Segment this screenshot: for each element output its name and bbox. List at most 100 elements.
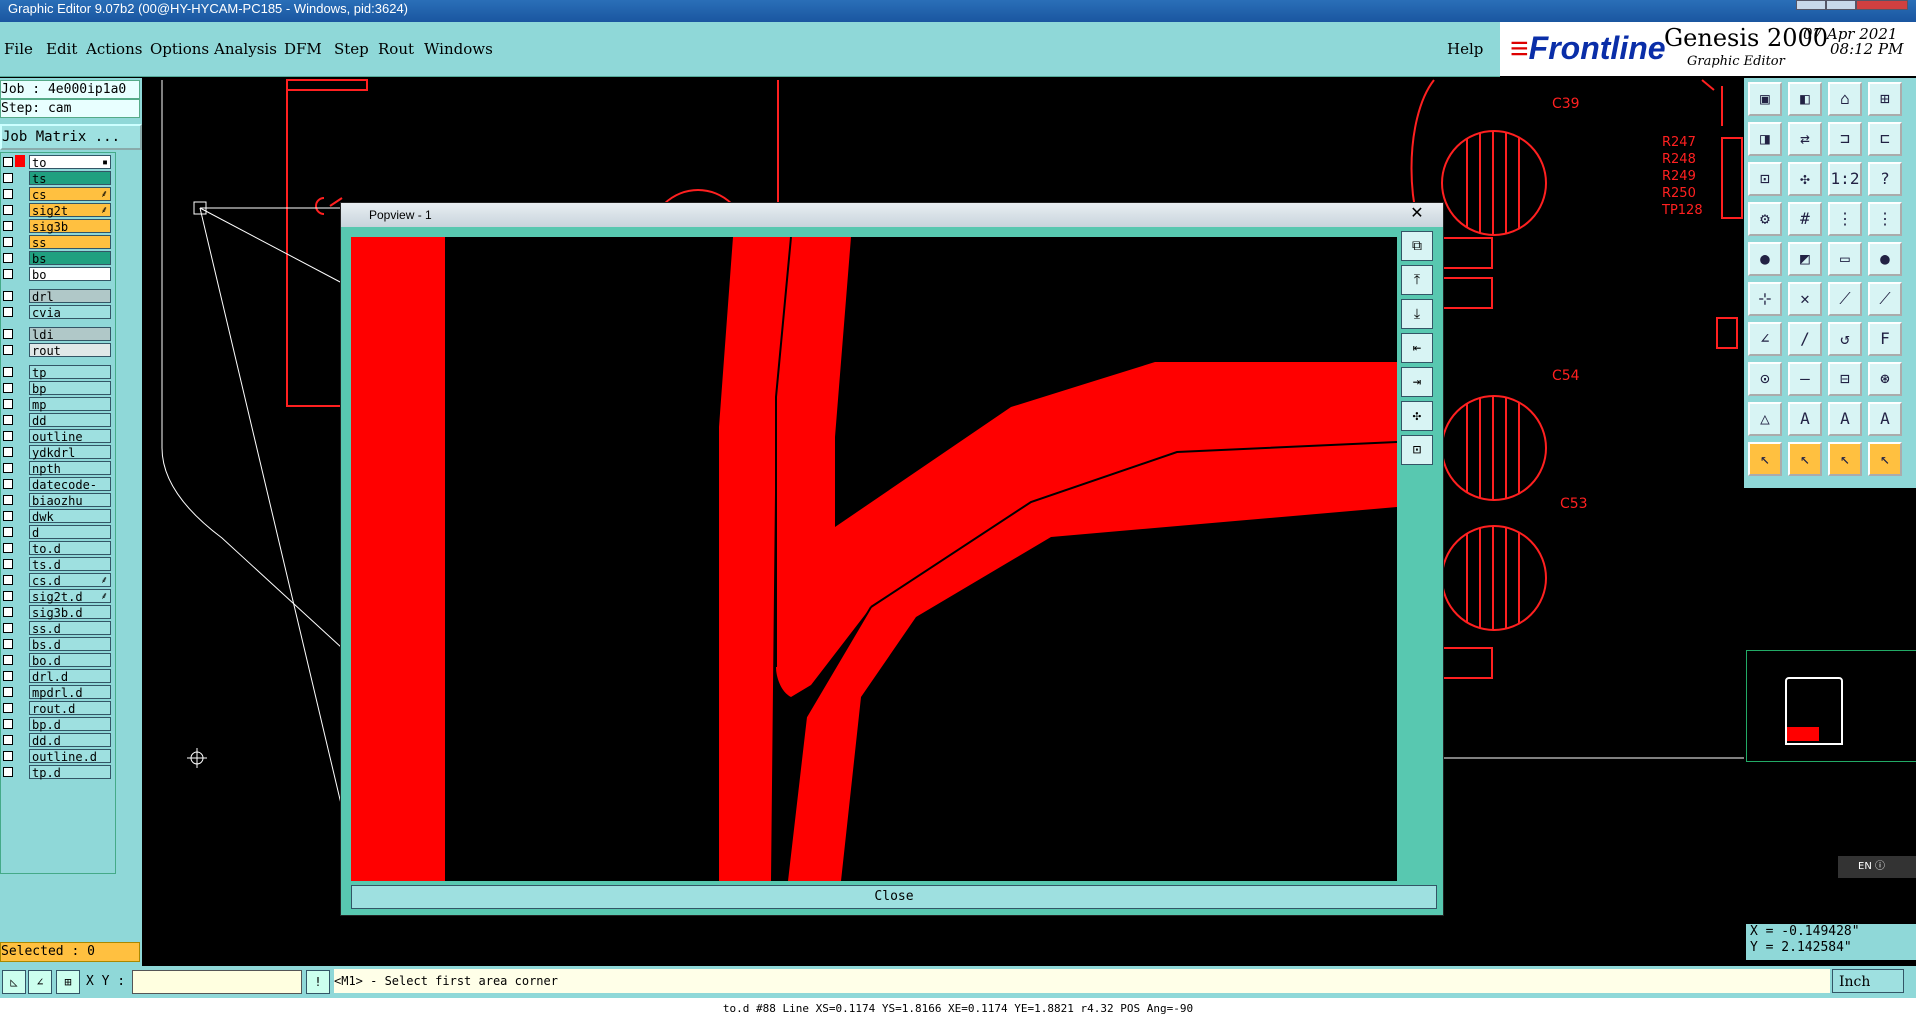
layer-name[interactable]: to ▪ (29, 155, 111, 170)
layer-row[interactable]: bp.d (1, 717, 113, 732)
layer-row[interactable]: cvia (1, 305, 113, 320)
layer-row[interactable]: d (1, 525, 113, 540)
layer-name[interactable]: npth (29, 461, 111, 476)
triangle-icon[interactable]: △ (1748, 402, 1782, 436)
layer-checkbox[interactable] (3, 205, 13, 215)
tool-icon[interactable]: ✕ (1788, 282, 1822, 316)
layer-checkbox[interactable] (3, 543, 13, 553)
layer-checkbox[interactable] (3, 431, 13, 441)
close-icon[interactable]: ✕ (1403, 205, 1431, 225)
layer-name[interactable]: sig3b (29, 219, 111, 234)
layer-name[interactable]: outline.d (29, 749, 111, 764)
layer-name[interactable]: bo.d (29, 653, 111, 668)
layer-row[interactable]: ss.d (1, 621, 113, 636)
xy-input[interactable] (132, 970, 302, 994)
layer-row[interactable]: outline.d (1, 749, 113, 764)
layer-row[interactable]: bo.d (1, 653, 113, 668)
pad-icon[interactable]: ● (1748, 242, 1782, 276)
language-bar[interactable]: EN ⓘ (1838, 856, 1916, 878)
pointer-icon[interactable]: ↖ (1788, 442, 1822, 476)
layer-row[interactable]: bs.d (1, 637, 113, 652)
layer-checkbox[interactable] (3, 221, 13, 231)
layer-checkbox[interactable] (3, 173, 13, 183)
layer-checkbox[interactable] (3, 189, 13, 199)
help-icon[interactable]: ? (1868, 162, 1902, 196)
layer-checkbox[interactable] (3, 703, 13, 713)
grid-icon[interactable]: ⊞ (56, 970, 80, 994)
minimize-button[interactable] (1796, 0, 1826, 10)
layer-checkbox[interactable] (3, 447, 13, 457)
arc-icon[interactable]: ↺ (1828, 322, 1862, 356)
pointer-icon[interactable]: ↖ (1868, 442, 1902, 476)
close-window-button[interactable] (1856, 0, 1908, 10)
view-icon[interactable]: ⤓ (1401, 299, 1433, 329)
popview-close-button[interactable]: Close (351, 885, 1437, 909)
layer-checkbox[interactable] (3, 559, 13, 569)
tool-icon[interactable]: ◩ (1788, 242, 1822, 276)
tool-icon[interactable]: ⚙ (1748, 202, 1782, 236)
menu-edit[interactable]: Edit (46, 40, 77, 58)
tool-icon[interactable]: ⋮ (1828, 202, 1862, 236)
tool-icon[interactable]: ⊹ (1748, 282, 1782, 316)
tool-icon[interactable]: F (1868, 322, 1902, 356)
dot-icon[interactable]: ● (1868, 242, 1902, 276)
layer-checkbox[interactable] (3, 591, 13, 601)
menu-windows[interactable]: Windows (424, 40, 493, 58)
zoom-icon[interactable]: ✣ (1401, 401, 1433, 431)
layer-row[interactable]: outline (1, 429, 113, 444)
pointer-icon[interactable]: ↖ (1828, 442, 1862, 476)
layer-checkbox[interactable] (3, 383, 13, 393)
layer-checkbox[interactable] (3, 607, 13, 617)
layer-checkbox[interactable] (3, 463, 13, 473)
layer-checkbox[interactable] (3, 671, 13, 681)
tool-icon[interactable]: ▣ (1748, 82, 1782, 116)
tool-icon[interactable]: — (1788, 362, 1822, 396)
tool-icon[interactable]: ⊐ (1828, 122, 1862, 156)
tool-icon[interactable]: ⌂ (1828, 82, 1862, 116)
layer-row[interactable]: dd (1, 413, 113, 428)
layer-row[interactable]: cs ⸙ (1, 187, 113, 202)
menu-analysis[interactable]: Analysis (214, 40, 277, 58)
triangle-icon[interactable]: A (1788, 402, 1822, 436)
layer-checkbox[interactable] (3, 767, 13, 777)
layer-checkbox[interactable] (3, 345, 13, 355)
layer-row[interactable]: sig2t ⸙ (1, 203, 113, 218)
triangle-icon[interactable]: A (1868, 402, 1902, 436)
tool-icon[interactable]: ⊞ (1868, 82, 1902, 116)
layer-row[interactable]: ldi (1, 327, 113, 342)
menu-help[interactable]: Help (1447, 40, 1483, 58)
layer-name[interactable]: sig2t.d ⸙ (29, 589, 111, 604)
layer-name[interactable]: dd (29, 413, 111, 428)
tool-icon[interactable]: ◨ (1748, 122, 1782, 156)
pointer-icon[interactable]: ↖ (1748, 442, 1782, 476)
layer-row[interactable]: ydkdrl (1, 445, 113, 460)
layer-checkbox[interactable] (3, 751, 13, 761)
layer-checkbox[interactable] (3, 291, 13, 301)
layer-checkbox[interactable] (3, 639, 13, 649)
layer-name[interactable]: d (29, 525, 111, 540)
menu-rout[interactable]: Rout (378, 40, 414, 58)
layer-name[interactable]: mp (29, 397, 111, 412)
layer-name[interactable]: rout (29, 343, 111, 358)
layer-name[interactable]: bs (29, 251, 111, 266)
layer-row[interactable]: ss (1, 235, 113, 250)
triangle-icon[interactable]: A (1828, 402, 1862, 436)
angle-icon[interactable]: ∠ (28, 970, 52, 994)
layer-name[interactable]: dwk (29, 509, 111, 524)
layer-name[interactable]: ts.d (29, 557, 111, 572)
layer-name[interactable]: bp (29, 381, 111, 396)
layer-row[interactable]: mp (1, 397, 113, 412)
layer-name[interactable]: drl.d (29, 669, 111, 684)
layer-name[interactable]: cs.d ⸙ (29, 573, 111, 588)
line-icon[interactable]: / (1788, 322, 1822, 356)
layer-row[interactable]: mpdrl.d (1, 685, 113, 700)
layer-checkbox[interactable] (3, 735, 13, 745)
layer-name[interactable]: biaozhu (29, 493, 111, 508)
tool-icon[interactable]: ⋮ (1868, 202, 1902, 236)
layer-checkbox[interactable] (3, 495, 13, 505)
layer-row[interactable]: to.d (1, 541, 113, 556)
layer-checkbox[interactable] (3, 687, 13, 697)
layer-name[interactable]: datecode-to (29, 477, 111, 506)
layer-name[interactable]: drl (29, 289, 111, 304)
tool-icon[interactable]: ⊏ (1868, 122, 1902, 156)
